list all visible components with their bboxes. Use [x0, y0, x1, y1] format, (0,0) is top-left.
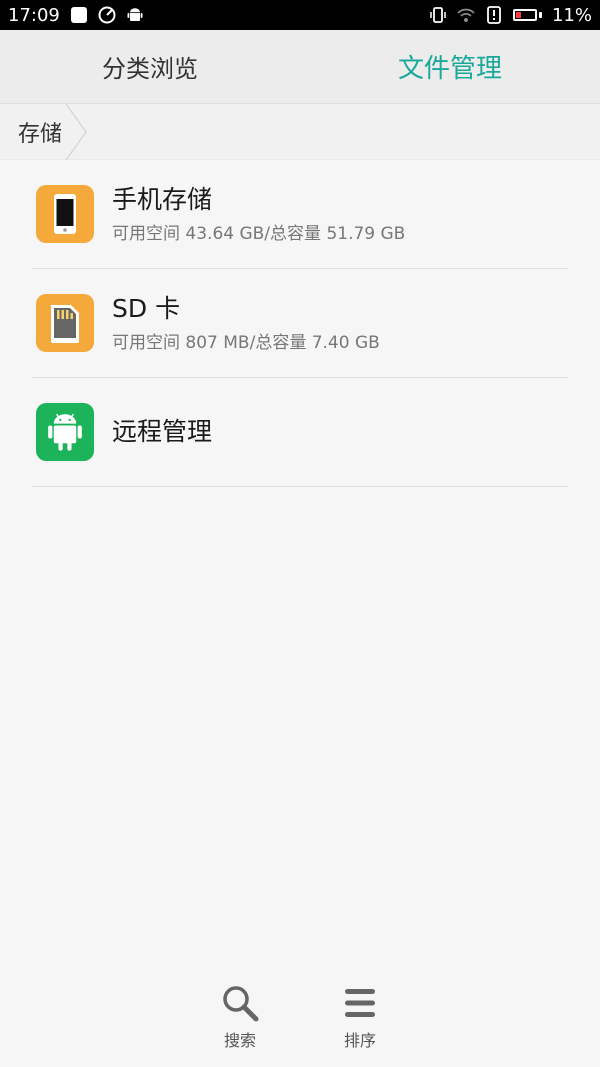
status-left: 17:09: [8, 5, 144, 26]
list-item-title: 远程管理: [112, 417, 213, 446]
notification-square-icon: [70, 6, 88, 24]
tab-category-browse[interactable]: 分类浏览: [0, 30, 300, 103]
sort-menu-icon: [340, 983, 380, 1023]
breadcrumb-chevron-icon: [64, 104, 88, 160]
list-item-title: SD 卡: [112, 294, 181, 323]
list-item-text: 手机存储 可用空间 43.64 GB/总容量 51.79 GB: [112, 184, 405, 244]
phone-icon: [36, 185, 94, 243]
android-icon: [36, 403, 94, 461]
vibrate-icon: [429, 6, 447, 24]
file-manager-screen: 17:09 11% 分类浏览 文件管理 存储 手机存储 可用空间 43.64 G…: [0, 0, 600, 1067]
alert-icon: [485, 6, 503, 24]
sd-card-icon: [36, 294, 94, 352]
list-item-title: 手机存储: [112, 185, 213, 214]
list-item-phone-storage[interactable]: 手机存储 可用空间 43.64 GB/总容量 51.79 GB: [32, 160, 568, 269]
battery-charging-icon: [512, 9, 542, 21]
search-button[interactable]: 搜索: [205, 983, 275, 1051]
status-bar: 17:09 11%: [0, 0, 600, 30]
sort-button[interactable]: 排序: [325, 983, 395, 1051]
list-item-text: 远程管理: [112, 416, 212, 448]
status-time: 17:09: [8, 4, 60, 26]
search-label: 搜索: [223, 1031, 256, 1050]
status-right: 11%: [429, 5, 592, 26]
list-item-subtitle: 可用空间 43.64 GB/总容量 51.79 GB: [112, 224, 406, 244]
list-item-sd-card[interactable]: SD 卡 可用空间 807 MB/总容量 7.40 GB: [32, 269, 568, 378]
tab-bar: 分类浏览 文件管理: [0, 30, 600, 104]
battery-percent: 11%: [551, 4, 592, 26]
sort-label: 排序: [343, 1031, 376, 1050]
search-icon: [220, 983, 260, 1023]
list-item-text: SD 卡 可用空间 807 MB/总容量 7.40 GB: [112, 293, 380, 353]
breadcrumb: 存储: [0, 104, 600, 160]
tab-file-management[interactable]: 文件管理: [300, 30, 600, 103]
list-item-subtitle: 可用空间 807 MB/总容量 7.40 GB: [112, 333, 380, 353]
bottom-toolbar: 搜索 排序: [0, 967, 600, 1067]
speed-gauge-icon: [98, 6, 116, 24]
android-icon: [126, 6, 144, 24]
wifi-icon: [457, 6, 475, 24]
storage-list: 手机存储 可用空间 43.64 GB/总容量 51.79 GB SD 卡 可用空…: [0, 160, 600, 487]
list-item-remote-management[interactable]: 远程管理: [32, 378, 568, 487]
